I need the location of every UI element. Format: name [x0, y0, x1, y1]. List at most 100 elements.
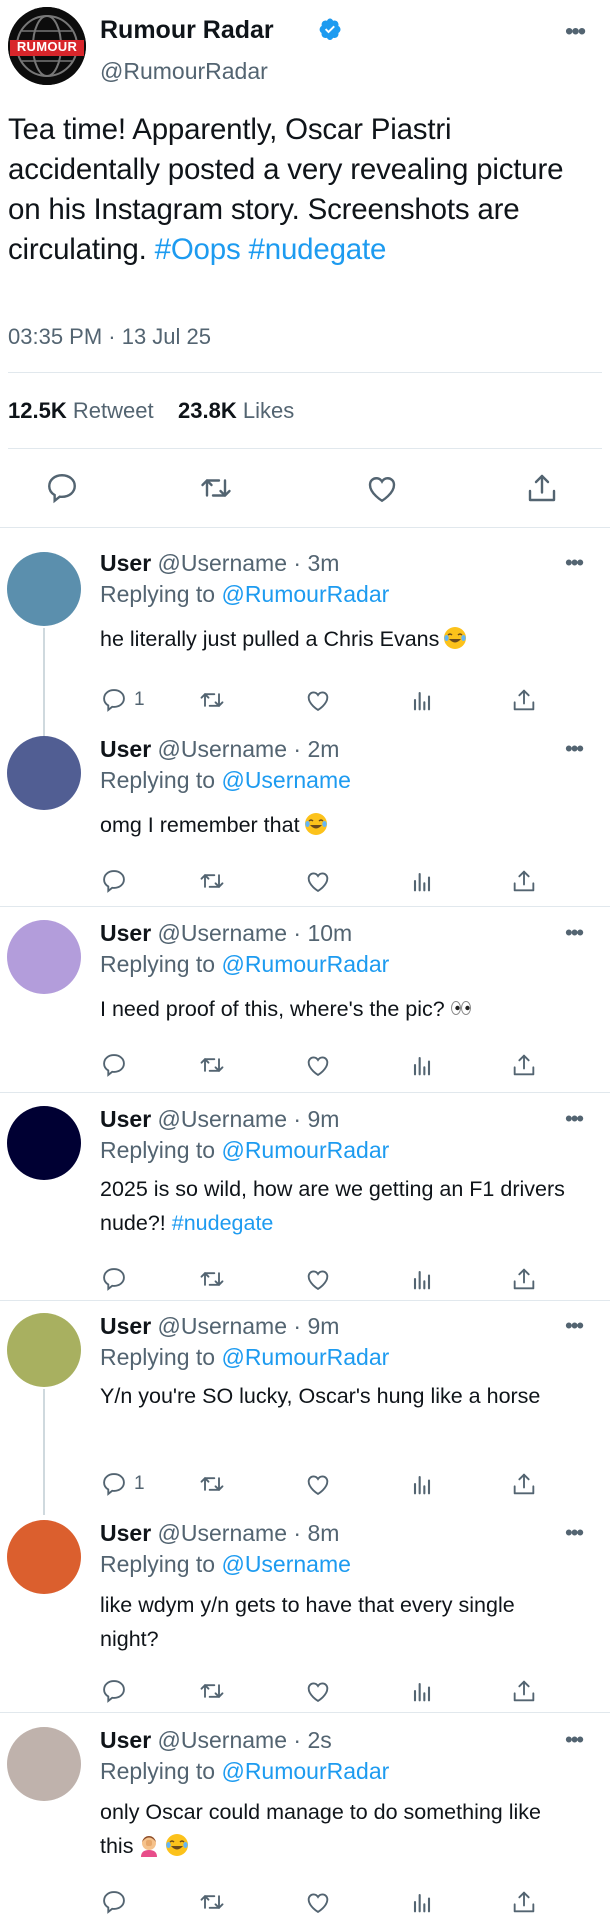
share-button[interactable] — [510, 866, 538, 896]
reply-tweet[interactable]: User @Username · 9m ••• Replying to @Rum… — [0, 1106, 610, 1291]
rumour-radar-avatar[interactable]: RUMOUR — [8, 7, 86, 85]
replying-to-handle[interactable]: @RumourRadar — [221, 581, 389, 607]
like-button[interactable] — [364, 470, 400, 506]
reply-author-name[interactable]: User — [100, 1313, 151, 1339]
analytics-button[interactable] — [408, 1887, 436, 1917]
reply-tweet[interactable]: User @Username · 10m ••• Replying to @Ru… — [0, 920, 610, 1080]
like-button[interactable] — [304, 1050, 332, 1080]
avatar[interactable] — [7, 552, 81, 626]
like-button[interactable] — [304, 866, 332, 896]
analytics-button[interactable] — [408, 1676, 436, 1706]
reply-author-handle[interactable]: @Username — [158, 736, 287, 762]
reply-author-name[interactable]: User — [100, 1727, 151, 1753]
analytics-button[interactable] — [408, 1050, 436, 1080]
reply-tweet[interactable]: User @Username · 2s ••• Replying to @Rum… — [0, 1727, 610, 1920]
hashtag-nudegate[interactable]: #nudegate — [249, 233, 387, 266]
share-button[interactable] — [510, 1469, 538, 1499]
replying-to-handle[interactable]: @RumourRadar — [221, 951, 389, 977]
more-dots-icon[interactable]: ••• — [565, 1313, 584, 1339]
avatar[interactable] — [7, 1520, 81, 1594]
analytics-button[interactable] — [408, 866, 436, 896]
reply-author-handle[interactable]: @Username — [158, 550, 287, 576]
author-name[interactable]: Rumour Radar — [100, 16, 274, 45]
hashtag-nudegate[interactable]: #nudegate — [172, 1211, 274, 1235]
more-dots-icon[interactable]: ••• — [565, 920, 584, 946]
share-button[interactable] — [510, 1887, 538, 1917]
author-handle[interactable]: @RumourRadar — [100, 58, 268, 85]
reply-time[interactable]: 9m — [307, 1106, 339, 1132]
reply-author-name[interactable]: User — [100, 1520, 151, 1546]
likes-label[interactable]: Likes — [243, 398, 294, 423]
reply-author-handle[interactable]: @Username — [158, 1727, 287, 1753]
like-button[interactable] — [304, 1469, 332, 1499]
more-dots-icon[interactable]: ••• — [565, 736, 584, 762]
avatar[interactable] — [7, 736, 81, 810]
reply-button[interactable]: 1 — [100, 685, 145, 715]
reply-tweet[interactable]: User @Username · 3m ••• Replying to @Rum… — [0, 550, 610, 740]
reply-author-name[interactable]: User — [100, 920, 151, 946]
reply-tweet[interactable]: User @Username · 2m ••• Replying to @Use… — [0, 736, 610, 896]
share-button[interactable] — [510, 1676, 538, 1706]
share-button[interactable] — [510, 1264, 538, 1294]
reply-author-handle[interactable]: @Username — [158, 920, 287, 946]
avatar[interactable] — [7, 1313, 81, 1387]
reply-time[interactable]: 10m — [307, 920, 352, 946]
share-button[interactable] — [510, 685, 538, 715]
retweet-label[interactable]: Retweet — [73, 398, 154, 423]
reply-button[interactable] — [100, 1676, 128, 1706]
reply-time[interactable]: 2m — [307, 736, 339, 762]
analytics-button[interactable] — [408, 685, 436, 715]
likes-count[interactable]: 23.8K — [178, 398, 237, 423]
retweet-button[interactable] — [198, 1676, 226, 1706]
avatar[interactable] — [7, 1727, 81, 1801]
reply-tweet[interactable]: User @Username · 8m ••• Replying to @Use… — [0, 1520, 610, 1703]
reply-author-handle[interactable]: @Username — [158, 1520, 287, 1546]
retweet-button[interactable] — [198, 1887, 226, 1917]
like-button[interactable] — [304, 685, 332, 715]
more-dots-icon[interactable]: ••• — [565, 1727, 584, 1753]
reply-button[interactable]: 1 — [100, 1469, 145, 1499]
reply-button[interactable] — [100, 1050, 128, 1080]
reply-time[interactable]: 3m — [307, 550, 339, 576]
reply-button[interactable] — [44, 470, 80, 506]
replying-to-handle[interactable]: @RumourRadar — [221, 1758, 389, 1784]
reply-author-name[interactable]: User — [100, 736, 151, 762]
replying-to-handle[interactable]: @RumourRadar — [221, 1137, 389, 1163]
more-dots-icon[interactable]: ••• — [565, 1520, 584, 1546]
retweet-button[interactable] — [198, 685, 226, 715]
retweet-button[interactable] — [198, 1264, 226, 1294]
replying-to-handle[interactable]: @Username — [221, 767, 350, 793]
like-button[interactable] — [304, 1887, 332, 1917]
retweet-button[interactable] — [198, 1469, 226, 1499]
reply-button[interactable] — [100, 1264, 128, 1294]
retweet-count[interactable]: 12.5K — [8, 398, 67, 423]
retweet-button[interactable] — [198, 1050, 226, 1080]
replying-to-handle[interactable]: @RumourRadar — [221, 1344, 389, 1370]
reply-button[interactable] — [100, 1887, 128, 1917]
hashtag-oops[interactable]: #Oops — [155, 233, 241, 266]
reply-author-handle[interactable]: @Username — [158, 1106, 287, 1132]
reply-time[interactable]: 9m — [307, 1313, 339, 1339]
analytics-button[interactable] — [408, 1264, 436, 1294]
replying-to-handle[interactable]: @Username — [221, 1551, 350, 1577]
reply-author-handle[interactable]: @Username — [158, 1313, 287, 1339]
reply-author-name[interactable]: User — [100, 1106, 151, 1132]
like-button[interactable] — [304, 1264, 332, 1294]
share-button[interactable] — [510, 1050, 538, 1080]
more-dots-icon[interactable]: ••• — [565, 18, 586, 46]
retweet-button[interactable] — [198, 866, 226, 896]
share-button[interactable] — [524, 470, 560, 506]
avatar[interactable] — [7, 920, 81, 994]
reply-tweet[interactable]: User @Username · 9m ••• Replying to @Rum… — [0, 1313, 610, 1515]
more-dots-icon[interactable]: ••• — [565, 550, 584, 576]
avatar[interactable] — [7, 1106, 81, 1180]
reply-time[interactable]: 8m — [307, 1520, 339, 1546]
like-button[interactable] — [304, 1676, 332, 1706]
reply-button[interactable] — [100, 866, 128, 896]
reply-time[interactable]: 2s — [307, 1727, 331, 1753]
tweet-timestamp[interactable]: 03:35 PM · 13 Jul 25 — [8, 324, 211, 350]
retweet-button[interactable] — [198, 470, 234, 506]
more-dots-icon[interactable]: ••• — [565, 1106, 584, 1132]
reply-author-name[interactable]: User — [100, 550, 151, 576]
analytics-button[interactable] — [408, 1469, 436, 1499]
